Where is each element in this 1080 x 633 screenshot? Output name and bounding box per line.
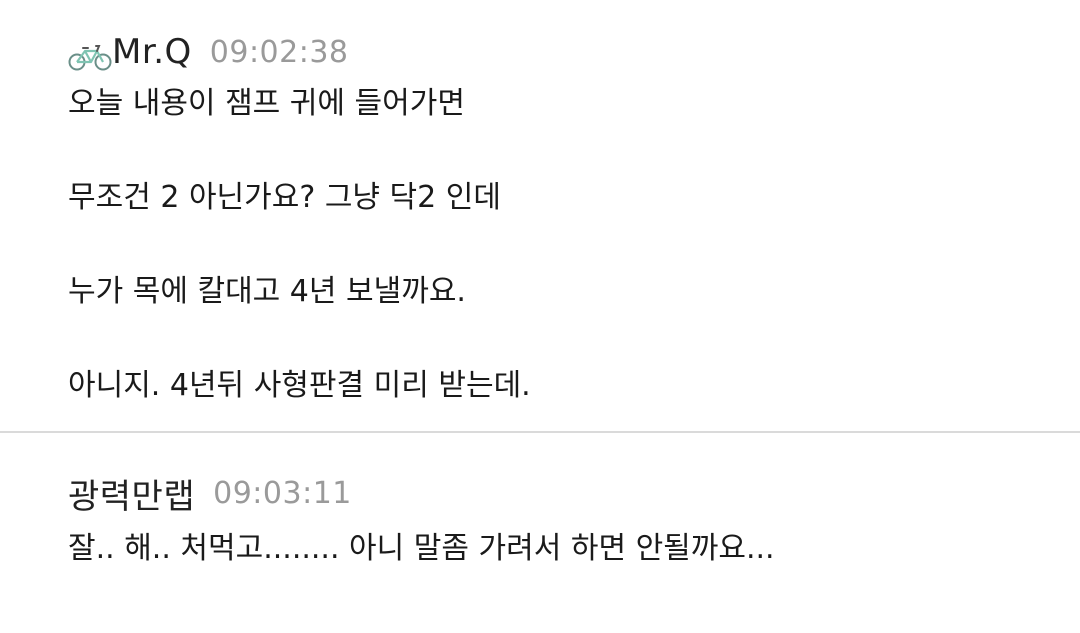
comment-timestamp: 09:02:38 <box>209 34 349 70</box>
bicycle-icon <box>68 45 112 71</box>
comment-item: Mr.Q 09:02:38 오늘 내용이 잼프 귀에 들어가면 무조건 2 아닌… <box>0 0 1080 431</box>
comment-item: 광력만랩 09:03:11 잘.. 해.. 처먹고........ 아니 말좀 … <box>0 433 1080 573</box>
comment-header: Mr.Q 09:02:38 <box>68 30 1080 74</box>
comment-line: 누가 목에 칼대고 4년 보낼까요. <box>68 274 466 309</box>
comment-line: 잘.. 해.. 처먹고........ 아니 말좀 가려서 하면 안될까요... <box>68 531 775 566</box>
comment-header: 광력만랩 09:03:11 <box>68 469 1080 518</box>
comment-body: 잘.. 해.. 처먹고........ 아니 말좀 가려서 하면 안될까요... <box>68 525 1080 573</box>
comment-line: 아니지. 4년뒤 사형판결 미리 받는데. <box>68 368 531 403</box>
comment-line: 무조건 2 아닌가요? 그냥 닥2 인데 <box>68 180 501 215</box>
comment-body: 오늘 내용이 잼프 귀에 들어가면 무조건 2 아닌가요? 그냥 닥2 인데 누… <box>68 80 1080 410</box>
comment-author[interactable]: 광력만랩 <box>68 469 195 518</box>
comment-timestamp: 09:03:11 <box>213 475 352 511</box>
comment-author[interactable]: Mr.Q <box>112 32 192 72</box>
comment-line: 오늘 내용이 잼프 귀에 들어가면 <box>68 86 465 121</box>
